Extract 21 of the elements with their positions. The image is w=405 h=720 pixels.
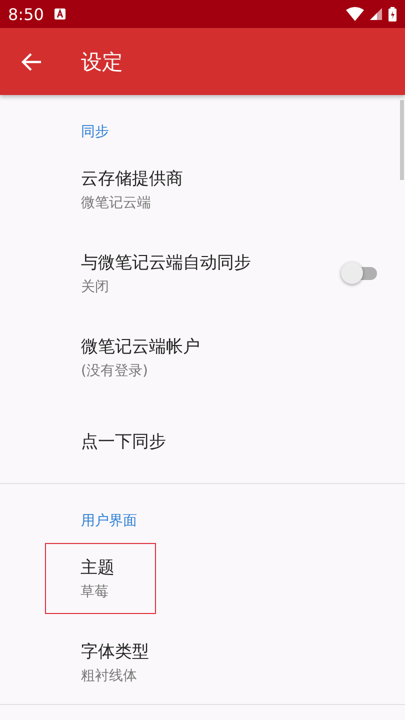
- setting-title[interactable]: 与微笔记云端自动同步: [81, 250, 251, 274]
- setting-summary: (没有登录): [81, 362, 149, 380]
- battery-icon: [388, 6, 397, 22]
- section-header: 同步: [81, 123, 109, 141]
- back-arrow-icon[interactable]: [21, 50, 43, 72]
- setting-title[interactable]: 点一下同步: [81, 430, 166, 452]
- setting-title[interactable]: 主题: [80, 556, 114, 578]
- signal-icon: [370, 8, 382, 20]
- setting-title[interactable]: 云存储提供商: [81, 166, 183, 190]
- setting-summary: 粗衬线体: [81, 666, 138, 684]
- setting-summary: 草莓: [80, 582, 110, 600]
- section-header: 用户界面: [81, 512, 137, 530]
- screen-title: 设定: [81, 48, 123, 76]
- setting-title[interactable]: 字体类型: [81, 640, 149, 662]
- keyboard-notification-icon: [54, 8, 66, 20]
- setting-summary: 关闭: [81, 278, 110, 296]
- setting-title[interactable]: 微笔记云端帐户: [81, 334, 200, 358]
- status-time: 8:50: [8, 4, 44, 24]
- setting-summary: 微笔记云端: [81, 194, 152, 212]
- toggle-switch[interactable]: [341, 262, 377, 284]
- wifi-icon: [346, 7, 364, 21]
